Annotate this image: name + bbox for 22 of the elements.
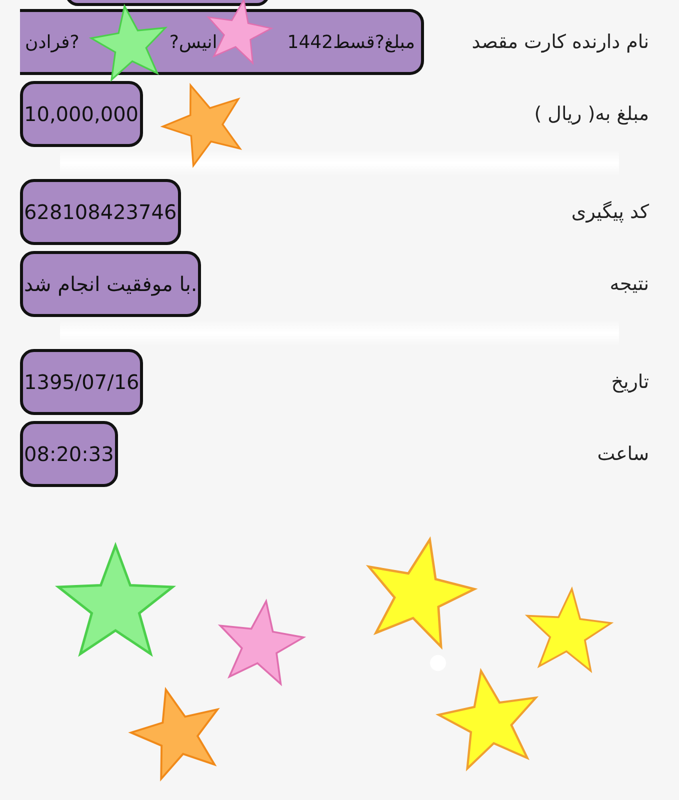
- field-label: نام دارنده کارت مقصد: [472, 31, 649, 53]
- value-text: انیس?: [169, 32, 218, 52]
- star-icon: [54, 541, 176, 656]
- value-text: 1395/07/16: [24, 370, 140, 394]
- value-text: 08:20:33: [24, 442, 114, 466]
- value-text: 10,000,000: [24, 102, 139, 126]
- field-label: ساعت: [597, 443, 649, 465]
- star-icon: [524, 586, 614, 674]
- field-label: مبلغ به( ریال ): [534, 103, 649, 125]
- value-text: مبلغ?قسط1442: [287, 32, 415, 52]
- value-text: با موفقیت انجام شد.: [24, 272, 198, 296]
- star-icon: [128, 686, 220, 782]
- star-icon: [218, 598, 306, 686]
- star-icon: [160, 82, 242, 168]
- value-text: 628108423746: [24, 200, 177, 224]
- value-text: ?فرادن: [24, 32, 80, 52]
- star-icon: [366, 536, 478, 650]
- star-icon: [88, 4, 168, 82]
- star-icon: [436, 668, 539, 772]
- field-label: تاریخ: [611, 371, 649, 393]
- field-label: کد پیگیری: [571, 201, 649, 223]
- field-label: نتیجه: [610, 273, 649, 295]
